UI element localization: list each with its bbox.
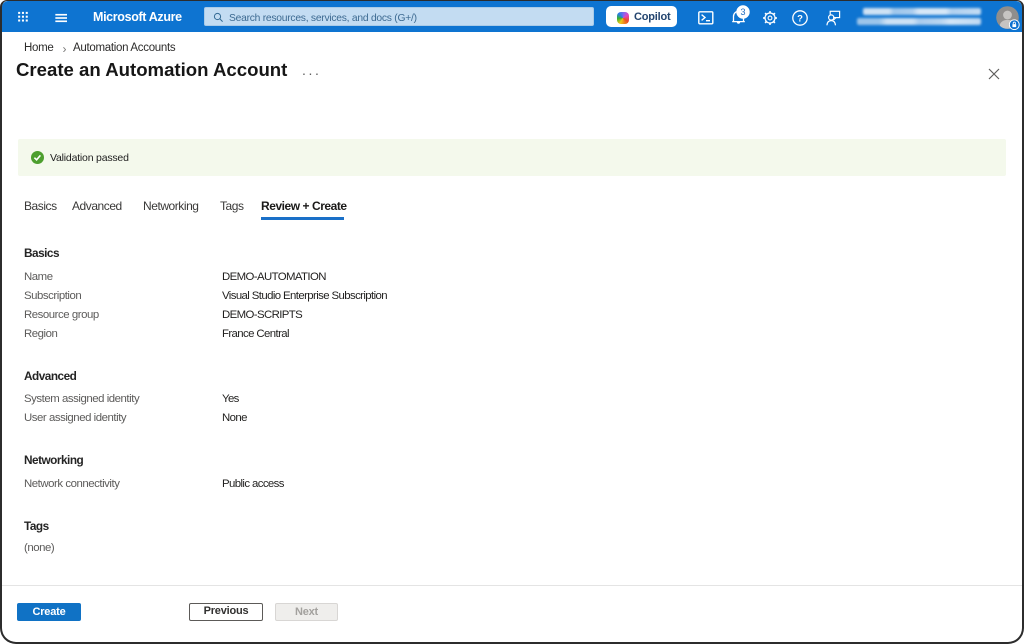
svg-text:?: ?	[797, 13, 803, 24]
svg-text:3: 3	[740, 7, 745, 17]
